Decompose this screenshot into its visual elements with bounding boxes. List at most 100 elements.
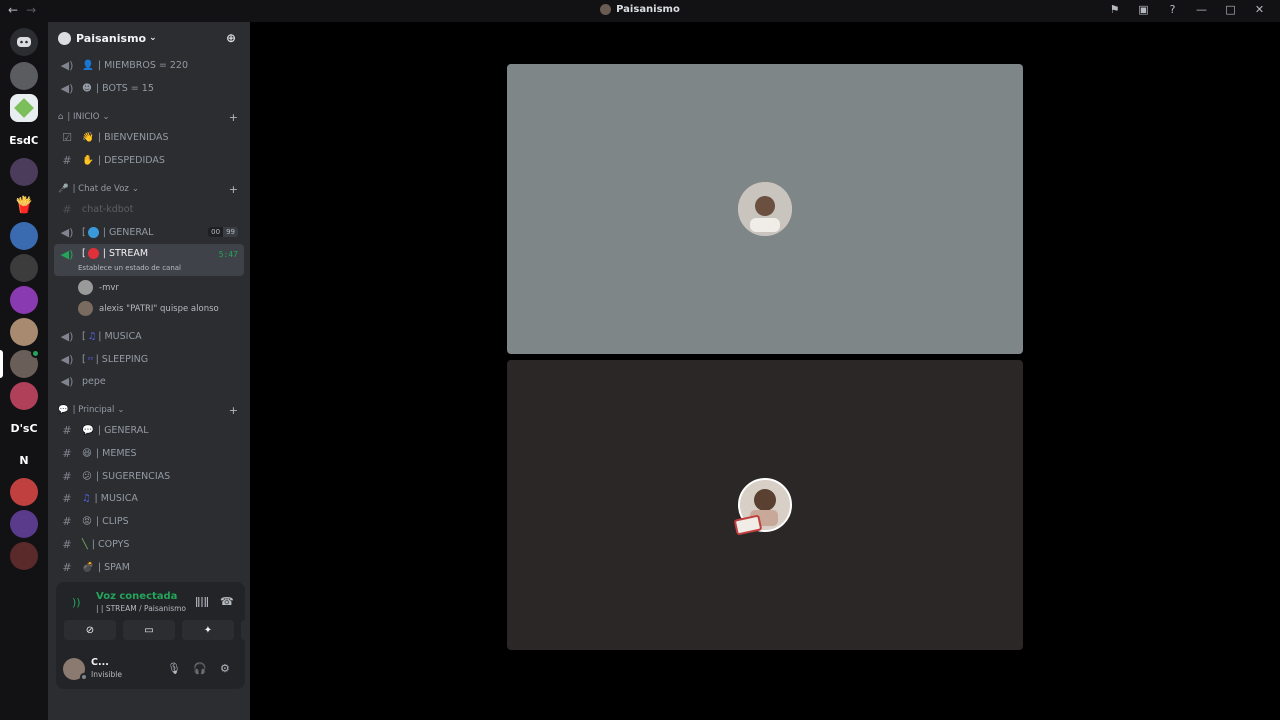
channel-label-prefix: [ [82, 353, 86, 365]
headphones-icon[interactable]: 🎧 [193, 662, 207, 675]
user-status[interactable]: Invisible [91, 670, 122, 679]
participant-tile[interactable] [507, 360, 1023, 650]
window-controls: ⚑ ▣ ? — □ ✕ [1100, 3, 1274, 16]
zzz-icon: ᶻᶻ [87, 354, 94, 364]
invite-people-icon[interactable]: ⊕ [226, 31, 236, 45]
channel-clips[interactable]: # 😡 | CLIPS [54, 511, 244, 531]
thinking-face-icon: 😕 [82, 470, 92, 482]
category-inicio[interactable]: ⌂ | INICIO ⌄ + [58, 111, 244, 124]
channel-label: | DESPEDIDAS [97, 154, 165, 166]
channel-musica[interactable]: # ♫ | MUSICA [54, 488, 244, 508]
channel-despedidas[interactable]: # ✋ | DESPEDIDAS [54, 150, 244, 170]
voice-channel-link[interactable]: | | STREAM / Paisanismo [96, 604, 186, 613]
participant-tile[interactable] [507, 64, 1023, 354]
voice-channel-stream[interactable]: ◀) [ | STREAM 5:47 Establece un estado d… [54, 244, 244, 276]
camera-off-icon[interactable]: ⊘ [64, 620, 116, 640]
hand-icon: ✋ [82, 154, 94, 166]
signal-icon[interactable]: )) [72, 596, 81, 609]
channel-memes[interactable]: # 😆 | MEMES [54, 443, 244, 463]
server-icon[interactable] [10, 94, 38, 122]
fries-icon[interactable]: 🍟 [10, 190, 38, 218]
server-icon-dsc[interactable]: D'sC [10, 414, 38, 442]
red-circle-icon [87, 248, 99, 259]
channel-label: | BIENVENIDAS [97, 131, 169, 143]
settings-gear-icon[interactable]: ⚙ [220, 662, 230, 675]
wave-icon: 👋 [82, 131, 94, 143]
music-note-icon: ♫ [82, 492, 91, 504]
server-list: EsdC 🍟 D'sC N [0, 22, 48, 720]
server-header[interactable]: Paisanismo ⌄ ⊕ [48, 22, 250, 54]
channel-label: | BOTS = 15 [95, 82, 154, 94]
channel-label-prefix: [ [82, 226, 86, 238]
bot-icon: ☻ [82, 82, 92, 94]
channel-label-prefix: [ [82, 330, 86, 342]
voice-user-panel: )) Voz conectada | | STREAM / Paisanismo… [56, 582, 293, 689]
screen-share-icon[interactable]: ▭ [123, 620, 175, 640]
voice-channel-sleeping[interactable]: ◀) [ ᶻᶻ | SLEEPING [54, 349, 244, 369]
channel-bienvenidas[interactable]: ☑ 👋 | BIENVENIDAS [54, 127, 244, 147]
activities-icon[interactable]: ✦ [182, 620, 234, 640]
minimize-icon[interactable]: — [1187, 3, 1216, 16]
channel-label-prefix: [ [82, 248, 86, 259]
noise-suppression-icon[interactable]: ǁǀǁ [195, 595, 209, 608]
status-badge [31, 349, 40, 358]
voice-status[interactable]: Voz conectada [96, 591, 177, 602]
microphone-icon[interactable]: 🎙 [167, 662, 181, 675]
channel-chat-kdbot[interactable]: # chat-kdbot [54, 199, 244, 219]
category-principal[interactable]: 💬 | Principal ⌄ + [58, 404, 244, 417]
server-icon-esdc[interactable]: EsdC [10, 126, 38, 154]
voice-channel-pepe[interactable]: ◀) pepe [54, 371, 244, 391]
disconnect-icon[interactable]: ☎ [220, 595, 234, 608]
inbox-icon[interactable]: ▣ [1129, 3, 1158, 16]
server-icon[interactable] [10, 478, 38, 506]
server-icon[interactable] [10, 254, 38, 282]
voice-channel-general[interactable]: ◀) [ | GENERAL 00 99 [54, 222, 244, 242]
speaker-locked-icon: ◀) [60, 58, 74, 72]
hash-icon: # [62, 446, 72, 460]
server-icon[interactable] [10, 510, 38, 538]
server-icon[interactable] [10, 62, 38, 90]
flag-icon[interactable]: ⚑ [1100, 3, 1129, 16]
add-channel-icon[interactable]: + [229, 404, 238, 417]
channel-members-count[interactable]: ◀) 👤 | MIEMBROS = 220 [54, 55, 244, 75]
channel-status-text[interactable]: Establece un estado de canal [78, 264, 181, 272]
server-icon[interactable] [10, 286, 38, 314]
discord-home-icon[interactable] [10, 28, 38, 56]
voice-user-name: -mvr [99, 282, 119, 293]
voice-user[interactable]: alexis "PATRI" quispe alonso [78, 301, 219, 316]
hash-icon: # [62, 153, 72, 167]
channel-general[interactable]: # 💬 | GENERAL [54, 420, 244, 440]
chevron-down-icon: ⌄ [131, 184, 139, 194]
server-icon[interactable] [10, 318, 38, 346]
voice-user[interactable]: -mvr [78, 280, 119, 295]
add-channel-icon[interactable]: + [229, 183, 238, 196]
music-note-icon: ♫ [87, 330, 97, 342]
help-icon[interactable]: ? [1158, 3, 1187, 16]
hash-icon: # [62, 491, 72, 505]
chevron-down-icon: ⌄ [102, 112, 110, 122]
server-icon[interactable] [10, 222, 38, 250]
server-icon[interactable] [10, 158, 38, 186]
home-icon: ⌂ [58, 112, 64, 122]
chevron-down-icon: ⌄ [149, 33, 157, 43]
add-channel-icon[interactable]: + [229, 111, 238, 124]
speaker-icon: ◀) [60, 225, 74, 239]
channel-spam[interactable]: # 💣 | SPAM [54, 557, 244, 577]
server-name: Paisanismo [76, 31, 147, 45]
server-icon-n[interactable]: N [10, 446, 38, 474]
invisible-status-icon [80, 673, 88, 681]
maximize-icon[interactable]: □ [1216, 3, 1245, 16]
close-icon[interactable]: ✕ [1245, 3, 1274, 16]
server-icon[interactable] [10, 542, 38, 570]
channel-sugerencias[interactable]: # 😕 | SUGERENCIAS [54, 466, 244, 486]
user-name[interactable]: C... [91, 657, 109, 668]
channel-bots-count[interactable]: ◀) ☻ | BOTS = 15 [54, 78, 244, 98]
channel-label: | MEMES [95, 447, 137, 459]
channel-copys[interactable]: # ╲ | COPYS [54, 534, 244, 554]
server-icon[interactable] [10, 382, 38, 410]
voice-channel-musica[interactable]: ◀) [ ♫ | MUSICA [54, 326, 244, 346]
category-chat-de-voz[interactable]: 🎤 | Chat de Voz ⌄ + [58, 183, 244, 196]
voice-user-name: alexis "PATRI" quispe alonso [99, 303, 219, 314]
window-title: Paisanismo [0, 4, 1280, 15]
participant-avatar [738, 182, 792, 236]
